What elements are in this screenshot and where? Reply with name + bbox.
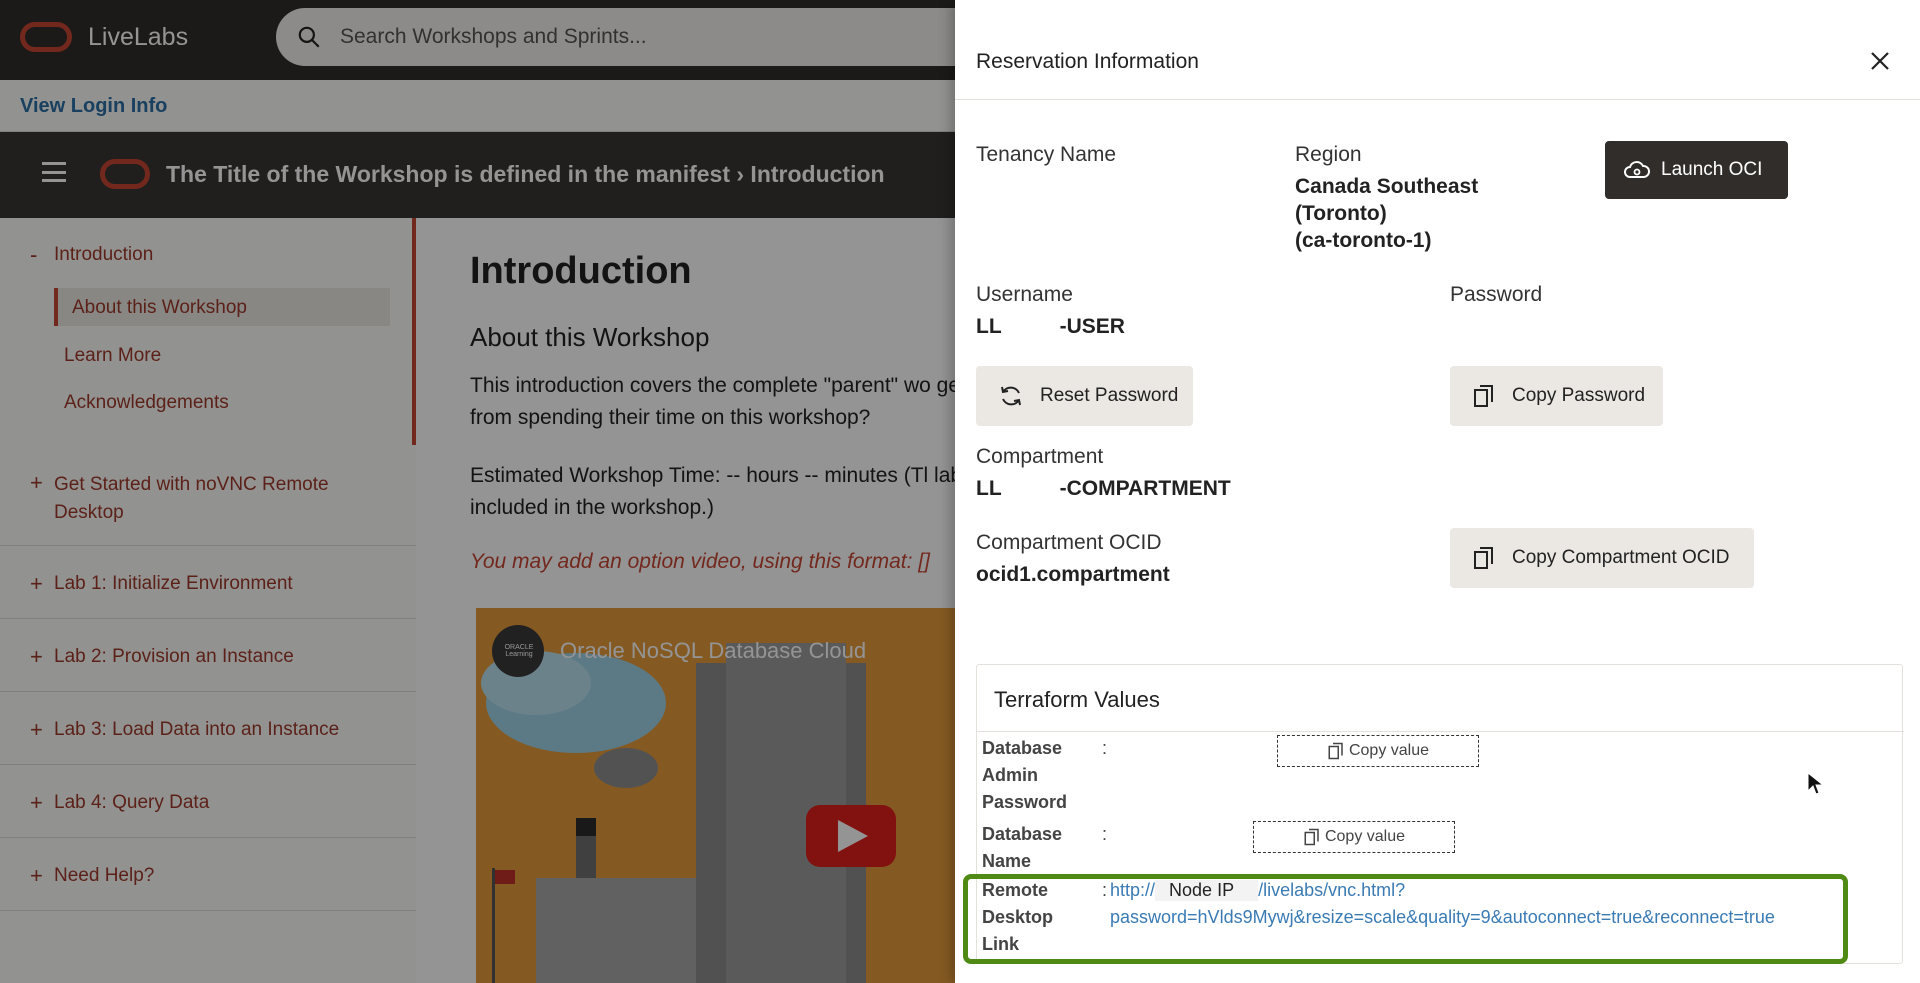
key-line: Admin xyxy=(982,765,1038,785)
tf-key-db-admin-password: Database Admin Password xyxy=(982,735,1067,816)
compartment-label: Compartment xyxy=(976,445,1104,468)
copy-icon xyxy=(1474,547,1493,569)
region-value: Canada Southeast (Toronto) (ca-toronto-1… xyxy=(1295,173,1478,254)
password-label: Password xyxy=(1450,283,1543,306)
button-label: Launch OCI xyxy=(1661,159,1763,180)
copy-compartment-ocid-button[interactable]: Copy Compartment OCID xyxy=(1450,528,1754,588)
close-icon[interactable] xyxy=(1867,48,1893,74)
terraform-title: Terraform Values xyxy=(994,687,1160,712)
button-label: Copy Password xyxy=(1512,385,1646,406)
key-line: Database xyxy=(982,738,1063,758)
compartment-ocid-label: Compartment OCID xyxy=(976,531,1162,554)
reservation-drawer: Reservation Information Tenancy Name Reg… xyxy=(955,0,1920,983)
key-line: Database xyxy=(982,824,1063,844)
compartment-value: LL -COMPARTMENT xyxy=(976,477,1231,500)
region-line: Canada Southeast xyxy=(1295,175,1479,198)
copy-password-button[interactable]: Copy Password xyxy=(1450,366,1663,426)
tf-key-db-name: Database Name xyxy=(982,821,1062,875)
copy-icon xyxy=(1304,828,1319,846)
highlight-box xyxy=(963,874,1848,964)
cloud-icon xyxy=(1624,161,1650,178)
username-label: Username xyxy=(976,283,1073,306)
copy-value-button[interactable]: Copy value xyxy=(1277,735,1479,767)
region-line: (Toronto) xyxy=(1295,202,1387,225)
drawer-header: Reservation Information xyxy=(955,0,1920,100)
username-value: LL -USER xyxy=(976,315,1125,338)
key-line: Password xyxy=(982,792,1068,812)
button-label: Copy value xyxy=(1324,828,1406,845)
region-label: Region xyxy=(1295,143,1362,166)
key-line: Name xyxy=(982,851,1032,871)
modal-backdrop[interactable] xyxy=(0,0,955,983)
copy-icon xyxy=(1328,742,1343,760)
divider xyxy=(977,731,1904,732)
drawer-title: Reservation Information xyxy=(976,50,1199,73)
reset-password-button[interactable]: Reset Password xyxy=(976,366,1193,426)
launch-oci-button[interactable]: Launch OCI xyxy=(1605,141,1788,199)
button-label: Copy value xyxy=(1348,742,1430,759)
page: LiveLabs View Login Info The Title of th… xyxy=(0,0,1920,983)
compartment-ocid-value: ocid1.compartment xyxy=(976,563,1170,586)
mouse-cursor-icon xyxy=(1807,772,1825,795)
tenancy-label: Tenancy Name xyxy=(976,143,1117,166)
copy-icon xyxy=(1474,385,1493,407)
region-line: (ca-toronto-1) xyxy=(1295,229,1432,252)
copy-value-button[interactable]: Copy value xyxy=(1253,821,1455,853)
button-label: Copy Compartment OCID xyxy=(1512,547,1730,568)
separator: : xyxy=(1102,824,1108,844)
button-label: Reset Password xyxy=(1040,385,1179,406)
refresh-icon xyxy=(1001,386,1021,406)
separator: : xyxy=(1102,738,1108,758)
